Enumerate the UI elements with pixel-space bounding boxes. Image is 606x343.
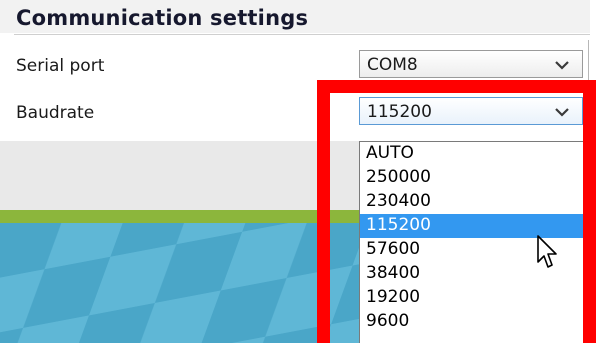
panel-right-border xyxy=(588,40,589,343)
baudrate-select[interactable]: 115200 xyxy=(359,97,583,125)
baudrate-option[interactable]: 9600 xyxy=(360,310,583,334)
baudrate-option[interactable]: 230400 xyxy=(360,190,583,214)
chevron-down-icon xyxy=(555,61,569,70)
baudrate-value: 115200 xyxy=(367,102,432,122)
baudrate-label: Baudrate xyxy=(16,103,95,123)
mouse-pointer-icon xyxy=(537,235,557,268)
section-header: Communication settings xyxy=(0,0,590,33)
serial-port-select[interactable]: COM8 xyxy=(359,50,583,78)
baudrate-option[interactable]: 250000 xyxy=(360,166,583,190)
serial-port-value: COM8 xyxy=(367,55,418,75)
settings-panel: Serial port COM8 Baudrate 115200 xyxy=(0,35,590,141)
section-title: Communication settings xyxy=(16,6,309,30)
baudrate-option[interactable]: AUTO xyxy=(360,142,583,166)
serial-port-label: Serial port xyxy=(16,56,105,76)
baudrate-option[interactable]: 19200 xyxy=(360,286,583,310)
chevron-down-icon xyxy=(555,108,569,117)
